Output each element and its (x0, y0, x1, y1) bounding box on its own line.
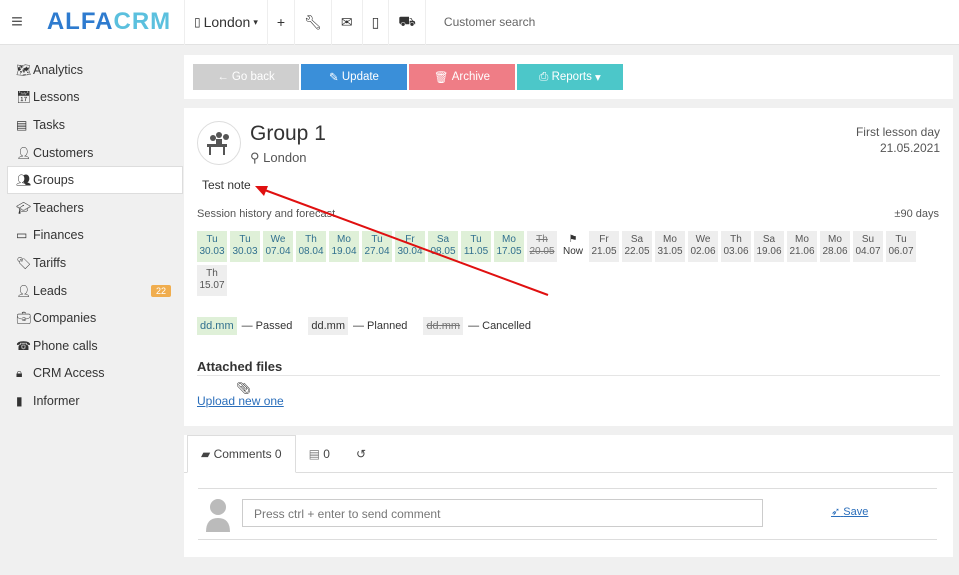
save-comment-button[interactable]: ➶ Save (831, 505, 868, 518)
comment-form: Press ctrl + enter to send comment ➶ Sav… (198, 488, 937, 540)
comment-input[interactable]: Press ctrl + enter to send comment (242, 499, 763, 527)
tab-tasks[interactable]: ▤ 0 (296, 435, 343, 472)
tasks-icon: ▤ (308, 446, 324, 461)
tab-history[interactable]: ↺ (343, 435, 379, 472)
comments-tabs: ▰ Comments 0 ▤ 0 ↺ (184, 435, 953, 473)
comments-icon: ▰ (201, 447, 214, 461)
tab-comments[interactable]: ▰ Comments 0 (187, 435, 296, 473)
comments-panel: ▰ Comments 0 ▤ 0 ↺ Press ctrl + enter to… (184, 435, 953, 557)
send-icon: ➶ (831, 506, 841, 518)
history-icon: ↺ (355, 446, 367, 461)
user-avatar-icon (206, 499, 230, 532)
